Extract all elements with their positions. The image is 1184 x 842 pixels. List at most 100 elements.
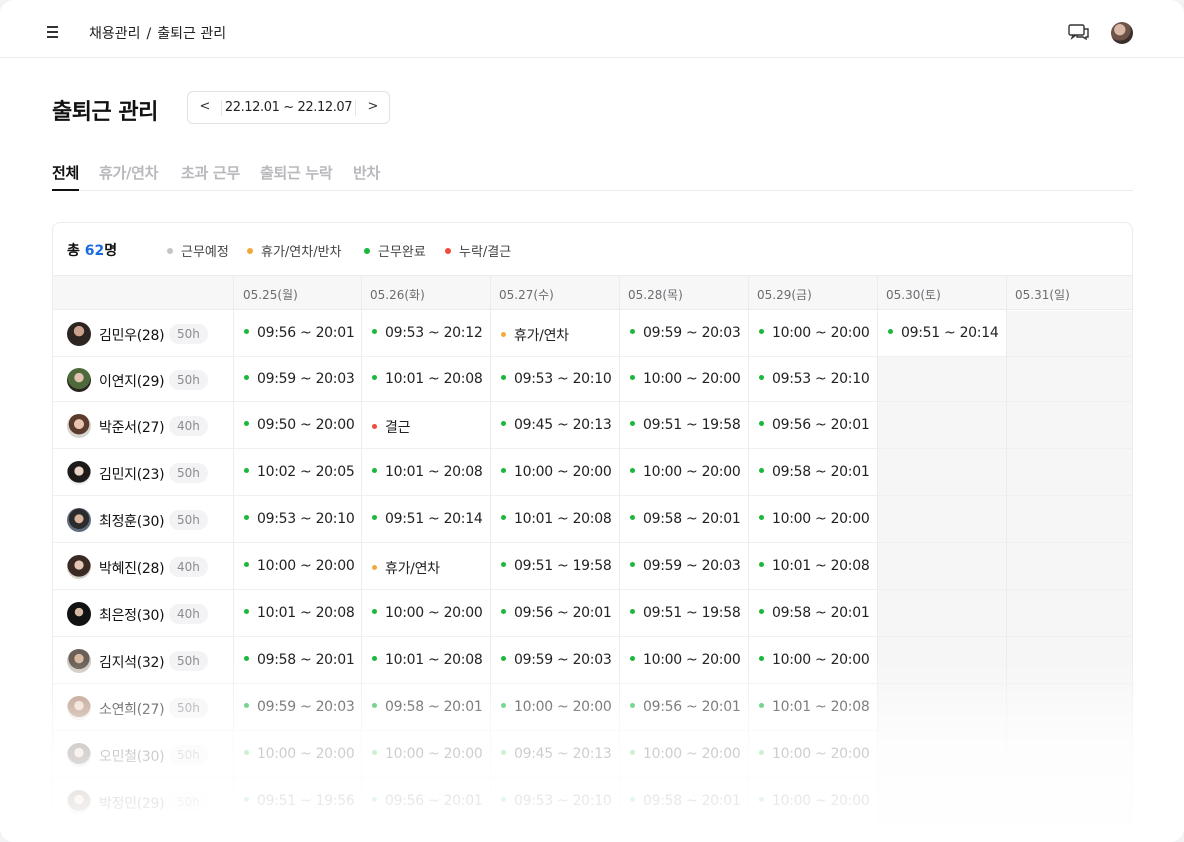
- next-week-button[interactable]: >: [366, 99, 380, 114]
- attendance-cell[interactable]: 결근: [362, 402, 491, 448]
- attendance-cell[interactable]: 10:01 ~ 20:08: [362, 637, 491, 683]
- attendance-cell[interactable]: 10:00 ~ 20:00: [749, 778, 878, 824]
- attendance-cell[interactable]: 10:00 ~ 20:00: [749, 496, 878, 542]
- attendance-cell[interactable]: 10:02 ~ 20:05: [234, 449, 362, 495]
- attendance-cell[interactable]: 10:00 ~ 20:00: [362, 590, 491, 636]
- employee-name[interactable]: 박준서(27): [99, 417, 165, 437]
- employee-name[interactable]: 오민철(30): [99, 746, 165, 766]
- chat-icon[interactable]: [1068, 23, 1090, 41]
- table-row[interactable]: 박정민(29) 50h 09:51 ~ 19:56 09:56 ~ 20:01 09:5…: [53, 778, 1132, 825]
- table-row[interactable]: 박준서(27) 40h 09:50 ~ 20:00 결근 09:45 ~ 20:13 09…: [53, 402, 1132, 449]
- empty-cell: [1007, 543, 1132, 589]
- date-range-label[interactable]: 22.12.01 ~ 22.12.07: [222, 100, 355, 115]
- attendance-cell[interactable]: 10:00 ~ 20:00: [749, 311, 878, 356]
- attendance-cell[interactable]: 09:58 ~ 20:01: [620, 778, 749, 824]
- attendance-cell[interactable]: 10:01 ~ 20:08: [749, 543, 878, 589]
- employee-name[interactable]: 박정민(29): [99, 793, 165, 813]
- attendance-cell[interactable]: 09:51 ~ 20:14: [362, 496, 491, 542]
- hamburger-menu-icon[interactable]: [44, 26, 60, 38]
- employee-avatar: [67, 461, 91, 485]
- employee-name[interactable]: 김민지(23): [99, 464, 165, 484]
- legend-missing: 누락/결근: [445, 241, 511, 260]
- table-row[interactable]: 최은정(30) 40h 10:01 ~ 20:08 10:00 ~ 20:00 09:5…: [53, 590, 1132, 637]
- status-dot: [244, 329, 249, 334]
- attendance-cell[interactable]: 09:53 ~ 20:10: [491, 778, 620, 824]
- attendance-cell[interactable]: 09:58 ~ 20:01: [234, 637, 362, 683]
- attendance-cell[interactable]: 09:58 ~ 20:01: [749, 590, 878, 636]
- prev-week-button[interactable]: <: [198, 99, 212, 114]
- attendance-cell[interactable]: 10:00 ~ 20:00: [620, 637, 749, 683]
- table-row[interactable]: 김지석(32) 50h 09:58 ~ 20:01 10:01 ~ 20:08 09:5…: [53, 637, 1132, 684]
- employee-avatar: [67, 743, 91, 767]
- attendance-cell[interactable]: 10:01 ~ 20:08: [234, 590, 362, 636]
- attendance-cell[interactable]: 09:45 ~ 20:13: [491, 731, 620, 777]
- attendance-cell[interactable]: 10:00 ~ 20:00: [620, 731, 749, 777]
- employee-name[interactable]: 박혜진(28): [99, 558, 165, 578]
- attendance-cell[interactable]: 09:56 ~ 20:01: [362, 778, 491, 824]
- attendance-cell[interactable]: 09:56 ~ 20:01: [749, 402, 878, 448]
- attendance-cell[interactable]: 09:59 ~ 20:03: [234, 684, 362, 730]
- attendance-cell[interactable]: 10:00 ~ 20:00: [234, 731, 362, 777]
- employee-name[interactable]: 김민우(28): [99, 325, 165, 345]
- employee-name[interactable]: 김지석(32): [99, 652, 165, 672]
- tab-all[interactable]: 전체: [52, 162, 79, 191]
- status-dot: [759, 656, 764, 661]
- attendance-cell[interactable]: 09:53 ~ 20:12: [362, 311, 491, 356]
- employee-name[interactable]: 소연희(27): [99, 699, 165, 719]
- attendance-cell[interactable]: 09:45 ~ 20:13: [491, 402, 620, 448]
- attendance-cell[interactable]: 10:00 ~ 20:00: [362, 731, 491, 777]
- table-row[interactable]: 소연희(27) 50h 09:59 ~ 20:03 09:58 ~ 20:01 10:0…: [53, 684, 1132, 731]
- attendance-cell[interactable]: 10:00 ~ 20:00: [620, 357, 749, 401]
- attendance-cell[interactable]: 09:53 ~ 20:10: [234, 496, 362, 542]
- attendance-cell[interactable]: 10:00 ~ 20:00: [491, 449, 620, 495]
- attendance-cell[interactable]: 09:51 ~ 19:58: [620, 402, 749, 448]
- user-avatar[interactable]: [1111, 22, 1133, 44]
- attendance-cell[interactable]: 09:59 ~ 20:03: [234, 357, 362, 401]
- attendance-cell[interactable]: 휴가/연차: [362, 543, 491, 589]
- attendance-cell[interactable]: 10:00 ~ 20:00: [234, 543, 362, 589]
- tab-leave[interactable]: 휴가/연차: [99, 162, 158, 183]
- attendance-cell[interactable]: 09:58 ~ 20:01: [620, 496, 749, 542]
- attendance-cell[interactable]: 09:51 ~ 19:58: [491, 543, 620, 589]
- employee-name[interactable]: 최은정(30): [99, 605, 165, 625]
- attendance-cell[interactable]: 09:59 ~ 20:03: [620, 543, 749, 589]
- attendance-cell[interactable]: 09:50 ~ 20:00: [234, 402, 362, 448]
- attendance-cell[interactable]: 09:56 ~ 20:01: [234, 311, 362, 356]
- attendance-cell[interactable]: 09:51 ~ 19:58: [620, 590, 749, 636]
- employee-name[interactable]: 이연지(29): [99, 371, 165, 391]
- table-row[interactable]: 박혜진(28) 40h 10:00 ~ 20:00 휴가/연차 09:51 ~ 19:5…: [53, 543, 1132, 590]
- table-row[interactable]: 오민철(30) 50h 10:00 ~ 20:00 10:00 ~ 20:00 09:4…: [53, 731, 1132, 778]
- table-row[interactable]: 김민지(23) 50h 10:02 ~ 20:05 10:01 ~ 20:08 10:0…: [53, 449, 1132, 496]
- attendance-cell[interactable]: 10:01 ~ 20:08: [491, 496, 620, 542]
- attendance-cell[interactable]: 09:58 ~ 20:01: [749, 449, 878, 495]
- table-row[interactable]: 최정훈(30) 50h 09:53 ~ 20:10 09:51 ~ 20:14 10:0…: [53, 496, 1132, 543]
- tab-overtime[interactable]: 초과 근무: [181, 162, 240, 183]
- employee-cell: 이연지(29) 50h: [67, 357, 237, 401]
- attendance-cell[interactable]: 09:56 ~ 20:01: [620, 684, 749, 730]
- attendance-cell[interactable]: 09:53 ~ 20:10: [491, 357, 620, 401]
- breadcrumb-item-attendance[interactable]: 출퇴근 관리: [157, 26, 226, 42]
- table-row[interactable]: 이연지(29) 50h 09:59 ~ 20:03 10:01 ~ 20:08 09:5…: [53, 357, 1132, 402]
- column-divider: [233, 275, 234, 842]
- attendance-cell[interactable]: 09:58 ~ 20:01: [362, 684, 491, 730]
- attendance-cell[interactable]: 09:51 ~ 19:56: [234, 778, 362, 824]
- attendance-cell[interactable]: 10:00 ~ 20:00: [749, 637, 878, 683]
- attendance-cell[interactable]: 09:56 ~ 20:01: [491, 590, 620, 636]
- attendance-cell[interactable]: 10:01 ~ 20:08: [362, 449, 491, 495]
- tab-missing-attendance[interactable]: 출퇴근 누락: [260, 162, 333, 183]
- attendance-cell[interactable]: 휴가/연차: [491, 311, 620, 356]
- attendance-cell[interactable]: 10:00 ~ 20:00: [491, 684, 620, 730]
- employee-name[interactable]: 최정훈(30): [99, 511, 165, 531]
- employee-total: 총 62명: [67, 240, 117, 260]
- attendance-cell[interactable]: 09:59 ~ 20:03: [491, 637, 620, 683]
- attendance-cell[interactable]: 09:59 ~ 20:03: [620, 311, 749, 356]
- attendance-cell[interactable]: 10:01 ~ 20:08: [362, 357, 491, 401]
- breadcrumb-item-recruitment[interactable]: 채용관리: [89, 26, 141, 42]
- attendance-cell[interactable]: 09:53 ~ 20:10: [749, 357, 878, 401]
- attendance-cell[interactable]: 09:51 ~ 20:14: [878, 311, 1007, 356]
- attendance-cell[interactable]: 10:00 ~ 20:00: [749, 731, 878, 777]
- attendance-cell[interactable]: 10:00 ~ 20:00: [620, 449, 749, 495]
- attendance-cell[interactable]: 10:01 ~ 20:08: [749, 684, 878, 730]
- tab-half-day[interactable]: 반차: [353, 162, 380, 183]
- table-row[interactable]: 김민우(28) 50h 09:56 ~ 20:01 09:53 ~ 20:12 휴가/연…: [53, 311, 1132, 357]
